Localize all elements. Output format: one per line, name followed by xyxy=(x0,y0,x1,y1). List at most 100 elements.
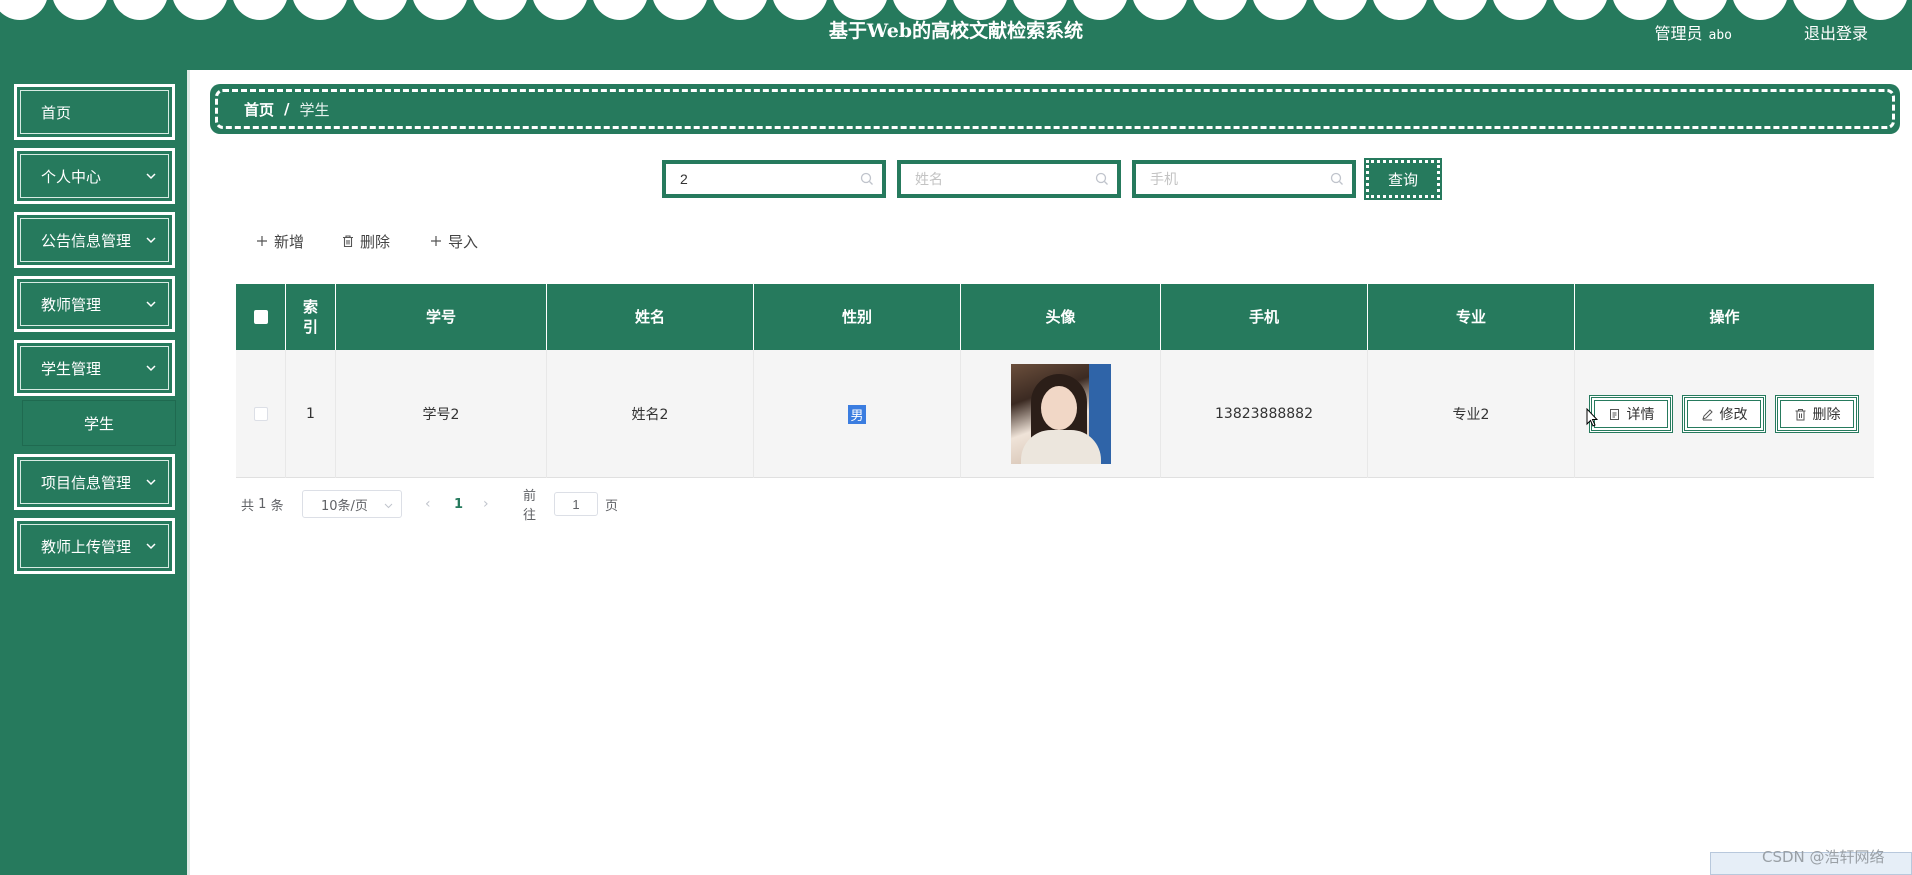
total-prefix: 共 xyxy=(241,498,255,514)
sidebar-item-label: 教师管理 xyxy=(41,295,102,314)
row-gender-cell: 男 xyxy=(754,350,961,478)
row-checkbox[interactable] xyxy=(253,407,268,421)
search-icon xyxy=(1330,172,1343,185)
sidebar-item-label: 首页 xyxy=(41,103,72,122)
mouse-cursor-icon xyxy=(1586,408,1598,427)
name-search-input[interactable] xyxy=(900,163,1118,195)
sidebar-item-project-management[interactable]: 项目信息管理 xyxy=(12,452,177,512)
sidebar-item-teacher-upload-management[interactable]: 教师上传管理 xyxy=(12,516,177,576)
plus-icon xyxy=(257,236,267,246)
row-select-cell xyxy=(236,350,286,478)
edit-button[interactable]: 修改 xyxy=(1682,395,1766,433)
delete-button[interactable]: 删除 xyxy=(1775,395,1859,433)
search-icon xyxy=(860,172,873,185)
chevron-down-icon xyxy=(146,173,156,180)
app-title: 基于Web的高校文献检索系统 xyxy=(828,20,1084,42)
row-gender: 男 xyxy=(848,404,866,424)
trash-icon xyxy=(343,235,353,248)
header-select-all-cell xyxy=(236,284,286,350)
row-name: 姓名2 xyxy=(547,350,754,478)
batch-delete-label: 删除 xyxy=(360,232,391,251)
total-count: 1 xyxy=(258,496,267,512)
pencil-icon xyxy=(1701,408,1713,420)
row-xuehao: 学号2 xyxy=(336,350,547,478)
row-major: 专业2 xyxy=(1368,350,1575,478)
detail-button-label: 详情 xyxy=(1626,407,1655,423)
sidebar-item-label: 项目信息管理 xyxy=(41,473,132,492)
xuehao-search-field xyxy=(662,160,886,198)
edit-button-label: 修改 xyxy=(1719,407,1748,423)
detail-button[interactable]: 详情 xyxy=(1589,395,1673,433)
goto-prefix: 前往 xyxy=(523,489,537,523)
xuehao-search-input[interactable] xyxy=(665,163,883,195)
table-row: 1 学号2 姓名2 男 13823888882 专业2 详情 修改 删除 xyxy=(236,350,1874,478)
header-avatar: 头像 xyxy=(961,284,1161,350)
sidebar-item-label: 个人中心 xyxy=(41,167,102,186)
header-name: 姓名 xyxy=(547,284,754,350)
next-page-button[interactable]: › xyxy=(483,490,489,518)
sidebar-subitem-label: 学生 xyxy=(83,414,114,433)
breadcrumb-home[interactable]: 首页 xyxy=(244,99,274,120)
total-suffix: 条 xyxy=(270,498,284,514)
header-operations: 操作 xyxy=(1709,308,1740,326)
phone-search-field xyxy=(1132,160,1356,198)
query-button[interactable]: 查询 xyxy=(1364,158,1442,200)
import-button[interactable]: 导入 xyxy=(429,230,478,252)
phone-search-input[interactable] xyxy=(1135,163,1353,195)
trash-icon xyxy=(1795,408,1805,420)
breadcrumb-current: 学生 xyxy=(299,100,330,119)
logout-button[interactable]: 退出登录 xyxy=(1804,20,1868,44)
chevron-down-icon xyxy=(146,301,156,308)
name-search-field xyxy=(897,160,1121,198)
add-button-label: 新增 xyxy=(274,232,305,251)
header-index: 索引 xyxy=(286,284,336,350)
top-header: 基于Web的高校文献检索系统 管理员 abo 退出登录 xyxy=(0,0,1912,70)
select-all-checkbox[interactable] xyxy=(253,310,268,324)
document-icon xyxy=(1609,408,1619,420)
goto-suffix: 页 xyxy=(605,498,619,514)
sidebar-item-teacher-management[interactable]: 教师管理 xyxy=(12,274,177,334)
query-button-label: 查询 xyxy=(1387,170,1418,189)
username: abo xyxy=(1708,28,1732,43)
sidebar-item-personal-center[interactable]: 个人中心 xyxy=(12,146,177,206)
page-size-select[interactable]: 10条/页 xyxy=(302,490,402,518)
row-phone: 13823888882 xyxy=(1161,350,1368,478)
chevron-down-icon xyxy=(146,237,156,244)
sidebar-item-label: 学生管理 xyxy=(41,359,102,378)
prev-page-button[interactable]: ‹ xyxy=(425,490,431,518)
delete-button-label: 删除 xyxy=(1812,407,1841,423)
watermark: CSDN @浩轩网络 xyxy=(1762,848,1885,866)
chevron-down-icon xyxy=(146,543,156,550)
sidebar-item-label: 教师上传管理 xyxy=(41,537,132,556)
table-header: 索引 学号 姓名 性别 头像 手机 专业 操作 xyxy=(236,284,1874,350)
chevron-down-icon xyxy=(146,365,156,372)
batch-delete-button[interactable]: 删除 xyxy=(341,230,390,252)
import-button-label: 导入 xyxy=(448,232,479,251)
chevron-down-icon xyxy=(146,479,156,486)
header-gender: 性别 xyxy=(754,284,961,350)
sidebar-item-label: 公告信息管理 xyxy=(41,231,132,250)
page-number-current[interactable]: 1 xyxy=(454,490,463,518)
sidebar-item-notice-management[interactable]: 公告信息管理 xyxy=(12,210,177,270)
avatar xyxy=(1010,364,1111,464)
add-button[interactable]: 新增 xyxy=(255,230,304,252)
header-xuehao: 学号 xyxy=(336,284,547,350)
current-user: 管理员 abo xyxy=(1655,20,1733,44)
goto-page-input[interactable] xyxy=(554,492,598,516)
row-index: 1 xyxy=(286,350,336,478)
breadcrumb: 首页 / 学生 xyxy=(210,84,1900,134)
breadcrumb-separator: / xyxy=(284,100,290,118)
pagination-total: 共 1 条 xyxy=(241,490,284,518)
sidebar: 首页 个人中心 公告信息管理 教师管理 学生管理 学生 项目信息管理 教师上传管… xyxy=(0,70,190,875)
sidebar-item-student-management[interactable]: 学生管理 xyxy=(12,338,177,398)
breadcrumb-inner: 首页 / 学生 xyxy=(215,89,1895,129)
row-avatar-cell xyxy=(961,350,1161,478)
header-major: 专业 xyxy=(1368,284,1575,350)
plus-icon xyxy=(431,236,441,246)
sidebar-subitem-student[interactable]: 学生 xyxy=(22,400,176,446)
chevron-down-icon xyxy=(384,503,393,509)
sidebar-item-home[interactable]: 首页 xyxy=(12,82,177,142)
user-role-label: 管理员 xyxy=(1654,24,1703,43)
page-size-value: 10条/页 xyxy=(321,498,368,514)
row-operations-cell: 详情 修改 删除 xyxy=(1575,350,1874,478)
